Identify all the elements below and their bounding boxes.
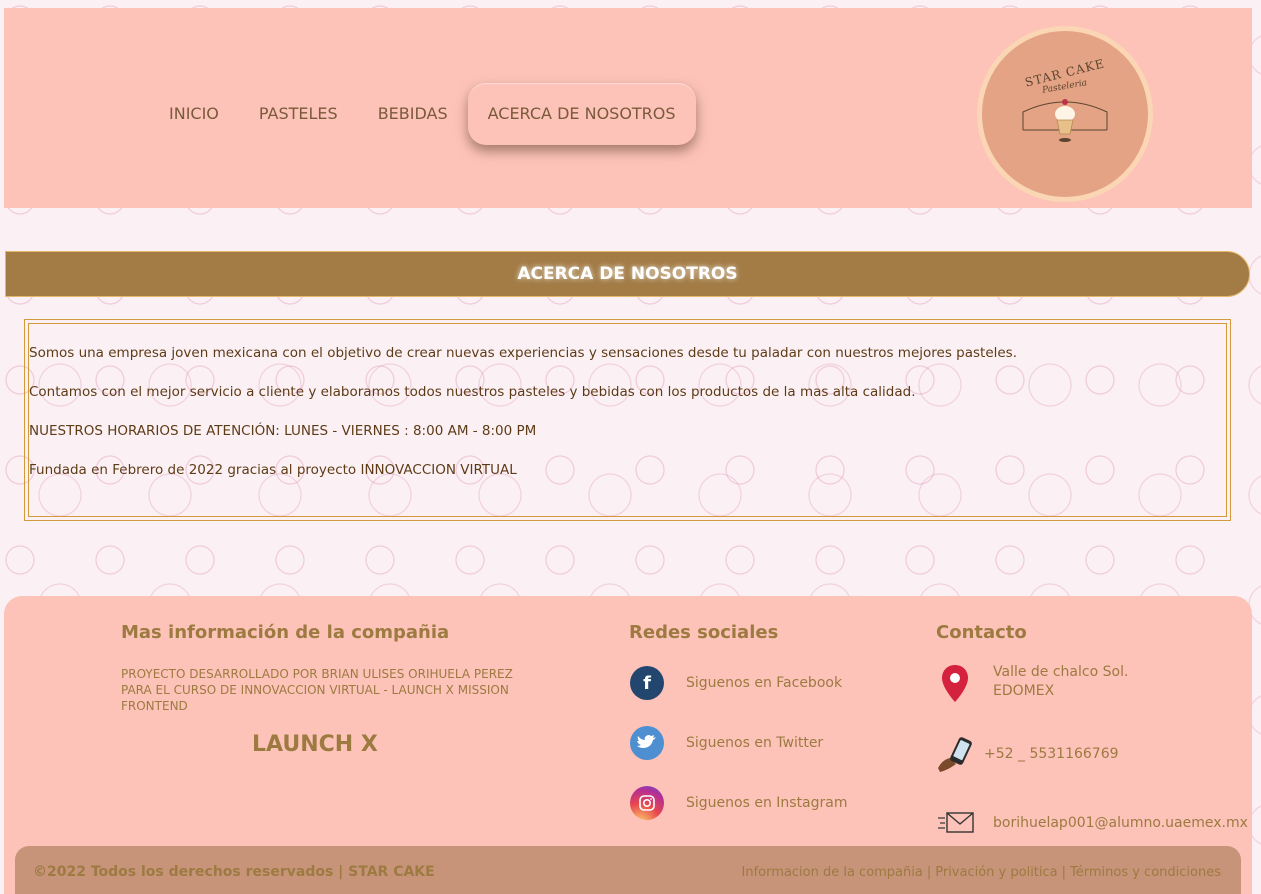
email-address: borihuelap001@alumno.uaemex.mx — [993, 814, 1248, 831]
about-paragraph: NUESTROS HORARIOS DE ATENCIÓN: LUNES - V… — [29, 423, 537, 439]
site-footer: Mas información de la compañia PROYECTO … — [4, 596, 1252, 894]
about-paragraph: Contamos con el mejor servicio a cliente… — [29, 384, 916, 400]
contact-phone[interactable]: +52 _ 5531166769 — [936, 734, 1119, 774]
info-column-text: PROYECTO DESARROLLADO POR BRIAN ULISES O… — [121, 667, 513, 713]
site-header: INICIO PASTELES BEBIDAS ACERCA DE NOSOTR… — [4, 8, 1252, 208]
contact-column-title: Contacto — [936, 622, 1027, 643]
address-line2: EDOMEX — [993, 683, 1055, 699]
launch-x-brand: LAUNCH X — [252, 732, 378, 757]
link-separator: | — [926, 865, 932, 880]
link-company-info[interactable]: Informacion de la compañia — [742, 865, 923, 880]
footer-links: Informacion de la compañia | Privación y… — [742, 865, 1221, 880]
social-label: Siguenos en Facebook — [686, 675, 843, 691]
footer-bottom-bar: ©2022 Todos los derechos reservados | ST… — [15, 846, 1241, 894]
social-link-twitter[interactable]: Siguenos en Twitter — [630, 726, 823, 760]
social-column-title: Redes sociales — [629, 622, 779, 643]
social-label: Siguenos en Twitter — [686, 735, 824, 751]
link-separator: | — [1061, 865, 1067, 880]
about-paragraph: Somos una empresa joven mexicana con el … — [29, 345, 1018, 361]
contact-email[interactable]: borihuelap001@alumno.uaemex.mx — [938, 810, 1248, 836]
instagram-icon — [630, 786, 664, 820]
link-privacy[interactable]: Privación y politica — [935, 865, 1057, 880]
location-pin-icon — [942, 665, 968, 702]
main-nav: INICIO PASTELES BEBIDAS ACERCA DE NOSOTR… — [149, 82, 696, 146]
social-link-facebook[interactable]: f Siguenos en Facebook — [630, 666, 842, 700]
cupcake-icon — [1022, 99, 1108, 142]
twitter-icon — [630, 726, 664, 760]
about-paragraph: Fundada en Febrero de 2022 gracias al pr… — [29, 462, 517, 478]
nav-item-bebidas[interactable]: BEBIDAS — [358, 83, 468, 145]
copyright-text: ©2022 Todos los derechos reservados | ST… — [33, 864, 435, 880]
address-line1: Valle de chalco Sol. — [993, 664, 1129, 680]
nav-item-acerca-de-nosotros[interactable]: ACERCA DE NOSOTROS — [467, 83, 696, 145]
section-banner: ACERCA DE NOSOTROS — [5, 251, 1250, 297]
phone-icon — [938, 737, 972, 772]
phone-number: +52 _ 5531166769 — [984, 745, 1119, 762]
nav-item-pasteles[interactable]: PASTELES — [239, 83, 358, 145]
about-content-box: Somos una empresa joven mexicana con el … — [24, 319, 1231, 521]
section-title: ACERCA DE NOSOTROS — [517, 264, 738, 284]
address-block: Valle de chalco Sol. EDOMEX — [993, 663, 1128, 701]
star-cake-logo[interactable]: STAR CAKE Pasteleria — [977, 26, 1153, 202]
info-column-title: Mas información de la compañia — [121, 622, 450, 643]
link-terms[interactable]: Términos y condiciones — [1070, 865, 1221, 880]
facebook-icon: f — [630, 666, 664, 700]
nav-item-inicio[interactable]: INICIO — [149, 83, 239, 145]
contact-address: Valle de chalco Sol. EDOMEX — [940, 664, 1128, 704]
social-link-instagram[interactable]: Siguenos en Instagram — [630, 786, 848, 820]
social-label: Siguenos en Instagram — [686, 795, 848, 811]
mail-icon — [938, 812, 974, 833]
